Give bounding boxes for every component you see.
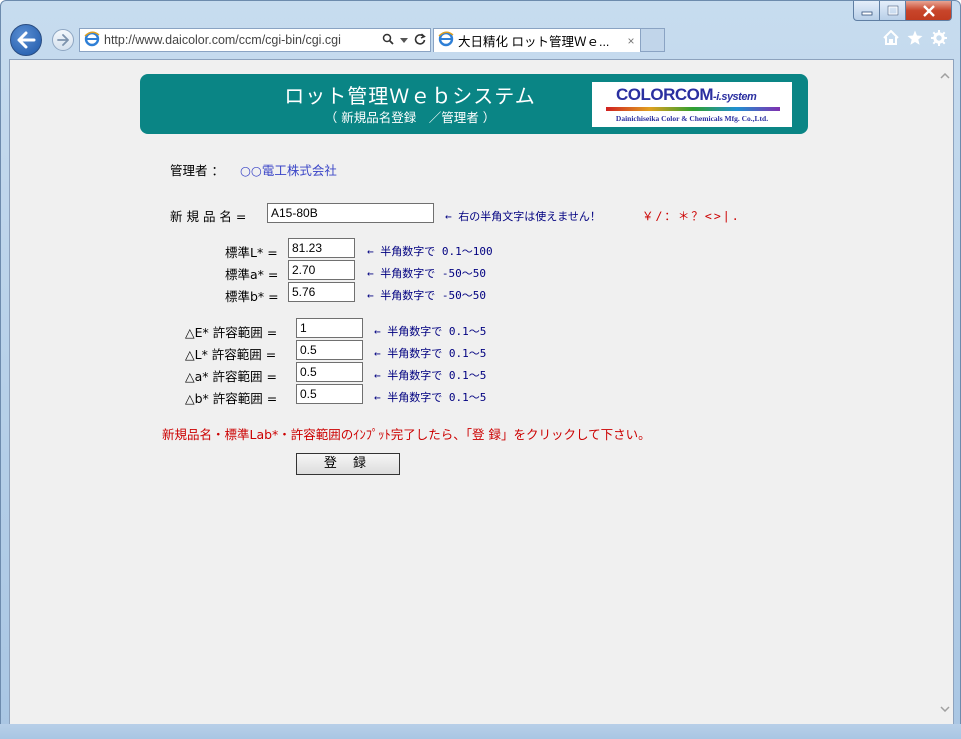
tolerance-l-label: △L* 許容範囲 =	[185, 347, 277, 362]
tolerance-e-input[interactable]	[296, 318, 363, 338]
logo-main-text: COLORCOM	[616, 85, 714, 104]
tab-close-button[interactable]: ×	[622, 34, 640, 48]
refresh-icon[interactable]	[412, 32, 428, 48]
tolerance-b-hint: ← 半角数字で 0.1～5	[374, 391, 487, 404]
forward-arrow-icon	[57, 34, 69, 46]
browser-window: http://www.daicolor.com/ccm/cgi-bin/cgi.…	[0, 0, 961, 739]
forbidden-characters: ￥/：＊？<>|.	[642, 209, 741, 223]
minimize-icon	[861, 11, 872, 15]
product-name-label: 新 規 品 名 =	[170, 209, 247, 224]
product-name-hint: ← 右の半角文字は使えません！	[445, 210, 601, 223]
colorcom-logo: COLORCOM-i.system Dainichiseika Color & …	[592, 82, 792, 127]
window-controls	[853, 1, 952, 21]
minimize-button[interactable]	[853, 1, 880, 21]
logo-wordmark: COLORCOM-i.system	[616, 85, 757, 105]
settings-gear-icon[interactable]	[930, 30, 948, 51]
tolerance-e-label: △E* 許容範囲 =	[185, 325, 278, 340]
standard-l-label: 標準L* =	[225, 245, 278, 260]
vertical-scrollbar[interactable]	[936, 60, 953, 724]
close-window-button[interactable]	[906, 1, 952, 21]
scroll-up-icon[interactable]	[936, 68, 953, 85]
standard-b-hint: ← 半角数字で -50～50	[367, 289, 486, 302]
maximize-button[interactable]	[880, 1, 906, 21]
tolerance-b-label: △b* 許容範囲 =	[185, 391, 278, 406]
standard-a-hint: ← 半角数字で -50～50	[367, 267, 486, 280]
standard-a-input[interactable]	[288, 260, 355, 280]
back-button[interactable]	[10, 24, 42, 56]
tab-title: 大日精化 ロット管理Ｗｅ...	[458, 35, 610, 49]
new-tab-button[interactable]	[641, 28, 665, 52]
page-viewport: ロット管理Ｗｅｂシステム （ 新規品名登録 ／管理者 ） COLORCOM-i.…	[9, 59, 954, 725]
home-icon[interactable]	[882, 29, 900, 51]
close-icon	[922, 4, 935, 17]
admin-company: ○○電工株式会社	[240, 163, 337, 178]
logo-suffix-text: -i.system	[713, 91, 757, 103]
ie-page-icon	[84, 31, 100, 50]
product-name-input[interactable]	[267, 203, 434, 223]
tolerance-e-hint: ← 半角数字で 0.1～5	[374, 325, 487, 338]
url-text[interactable]: http://www.daicolor.com/ccm/cgi-bin/cgi.…	[104, 33, 380, 47]
search-icon[interactable]	[380, 33, 396, 48]
tolerance-l-input[interactable]	[296, 340, 363, 360]
standard-l-input[interactable]	[288, 238, 355, 258]
standard-b-label: 標準b* =	[225, 289, 279, 304]
address-bar[interactable]: http://www.daicolor.com/ccm/cgi-bin/cgi.…	[79, 28, 431, 52]
standard-a-label: 標準a* =	[225, 267, 279, 282]
standard-b-input[interactable]	[288, 282, 355, 302]
logo-company-name: Dainichiseika Color & Chemicals Mfg. Co.…	[615, 114, 769, 123]
dropdown-arrow-icon[interactable]	[396, 33, 412, 47]
scroll-down-icon[interactable]	[936, 701, 953, 718]
browser-tab[interactable]: 大日精化 ロット管理Ｗｅ... ×	[433, 28, 641, 52]
navigation-bar: http://www.daicolor.com/ccm/cgi-bin/cgi.…	[9, 23, 952, 57]
logo-color-bar	[606, 107, 780, 111]
toolbar-icons	[882, 29, 948, 51]
maximize-icon	[887, 5, 898, 16]
tolerance-b-input[interactable]	[296, 384, 363, 404]
standard-l-hint: ← 半角数字で 0.1～100	[367, 245, 493, 258]
tolerance-a-label: △a* 許容範囲 =	[185, 369, 277, 384]
admin-label: 管理者 ：	[170, 163, 224, 178]
instruction-text: 新規品名・標準Lab*・許容範囲のｲﾝﾌﾟｯﾄ完了したら、「登 録」をクリックし…	[162, 427, 651, 442]
tolerance-l-hint: ← 半角数字で 0.1～5	[374, 347, 487, 360]
back-arrow-icon	[17, 31, 36, 49]
forward-button[interactable]	[52, 29, 74, 51]
tolerance-a-input[interactable]	[296, 362, 363, 382]
window-bottom-border	[0, 724, 961, 739]
ie-tab-icon	[438, 31, 454, 50]
favorites-star-icon[interactable]	[906, 30, 924, 51]
register-button[interactable]: 登 録	[296, 453, 400, 475]
page-header: ロット管理Ｗｅｂシステム （ 新規品名登録 ／管理者 ） COLORCOM-i.…	[140, 74, 808, 134]
tolerance-a-hint: ← 半角数字で 0.1～5	[374, 369, 487, 382]
